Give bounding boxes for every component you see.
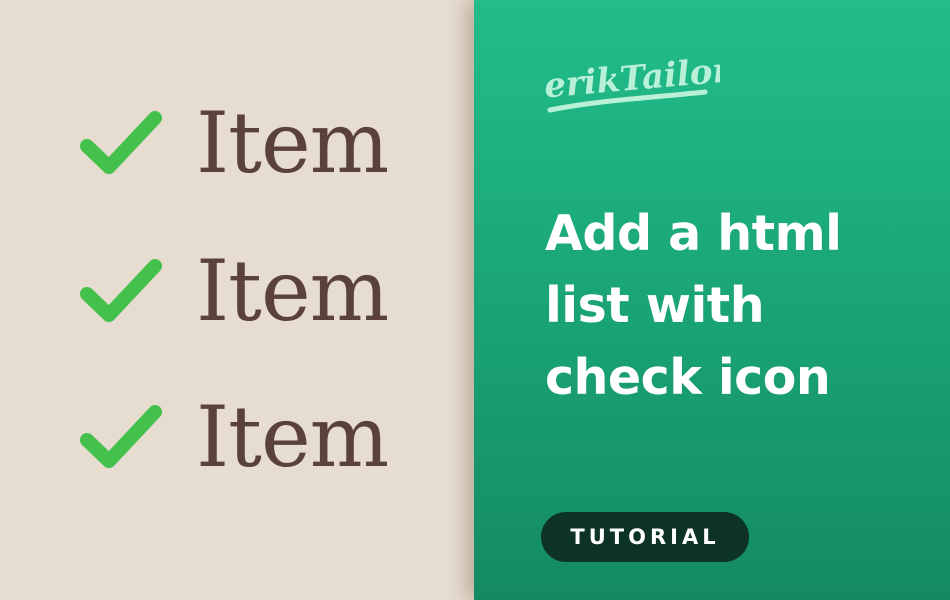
list-item-label: Item	[196, 242, 389, 340]
brand-logo: erikTailor	[540, 40, 720, 120]
list-item-label: Item	[196, 94, 389, 192]
list-item-label: Item	[196, 388, 389, 486]
check-icon	[80, 256, 162, 326]
page-title: Add a html list with check icon	[545, 205, 842, 406]
list-item: Item	[80, 382, 460, 492]
list-item: Item	[80, 88, 460, 198]
check-icon	[80, 402, 162, 472]
check-icon	[80, 108, 162, 178]
badge-label: TUTORIAL	[570, 525, 720, 549]
tutorial-badge[interactable]: TUTORIAL	[541, 512, 749, 562]
list-item: Item	[80, 236, 460, 346]
left-panel: Item Item Item	[0, 0, 474, 600]
